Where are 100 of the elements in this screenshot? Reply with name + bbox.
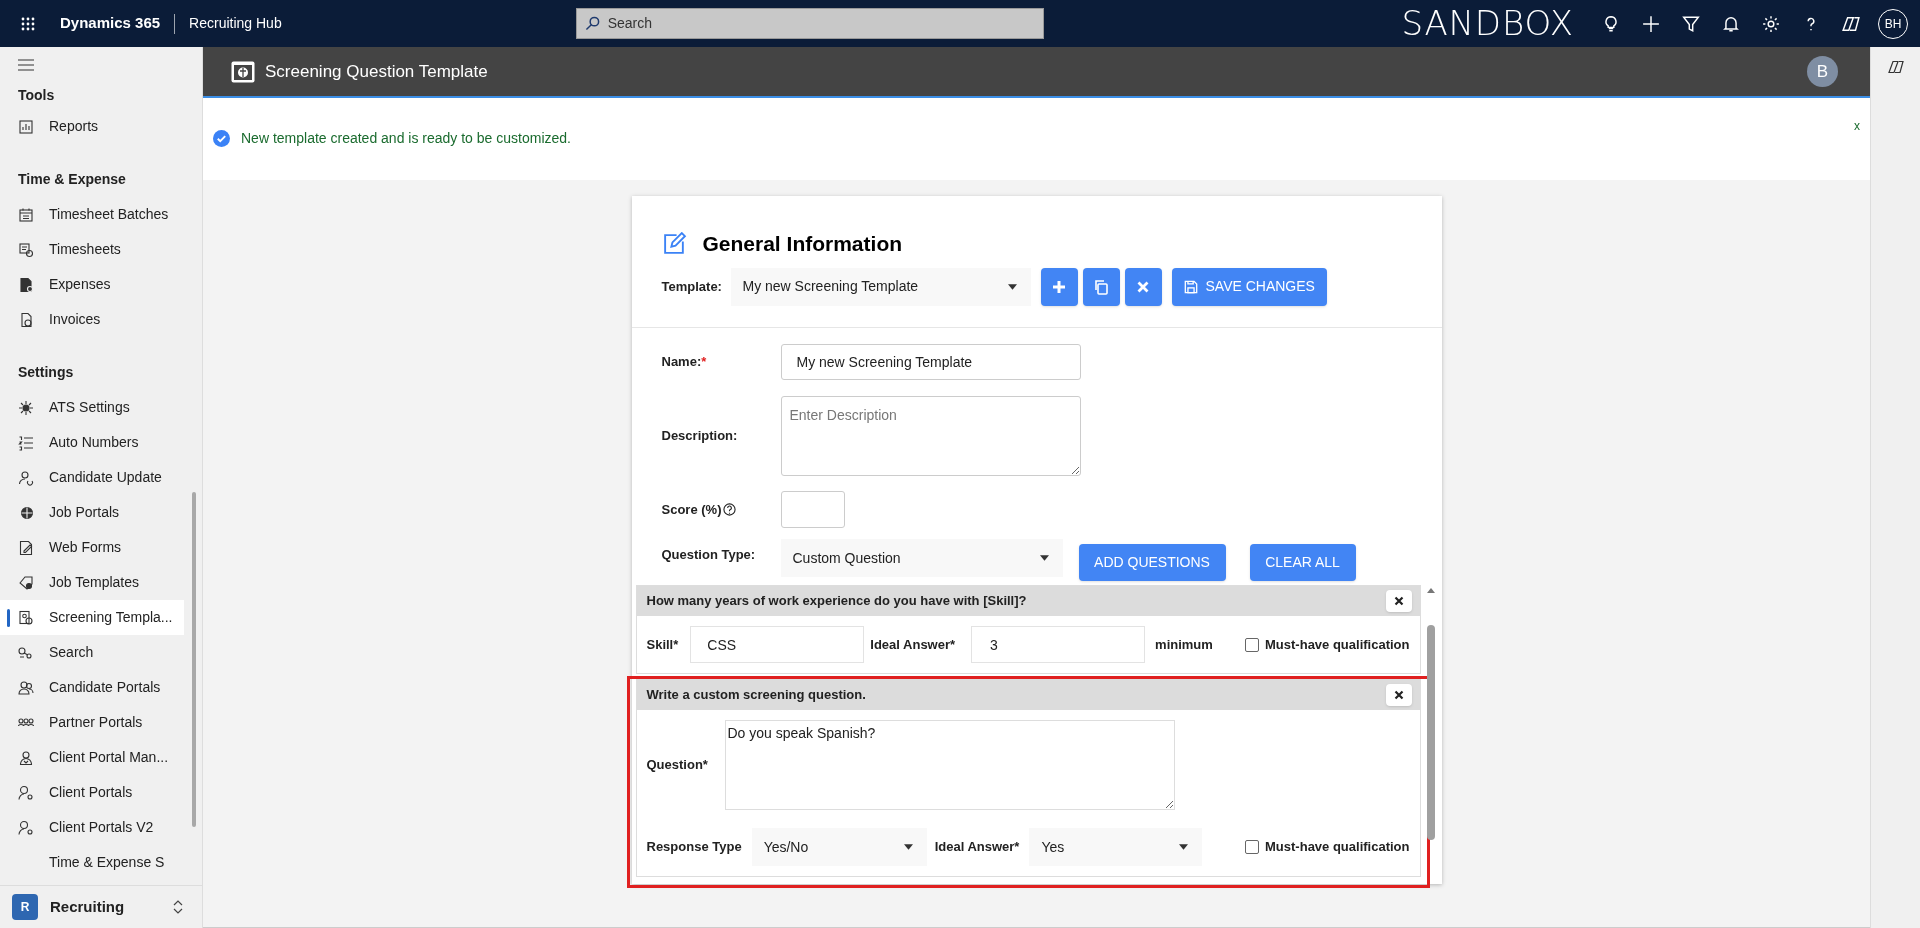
help-icon[interactable] [723,503,737,516]
scrollbar[interactable] [1427,625,1435,840]
question-field[interactable]: Do you speak Spanish? [724,720,1175,810]
plus-icon[interactable] [1642,14,1660,33]
menu-item-icon [18,311,34,328]
save-icon [1183,279,1198,294]
field-label: Question* [646,756,709,775]
menu-item-icon [18,749,34,766]
area-badge: R [12,894,38,920]
sidebar-item[interactable]: Client Portals [0,775,184,810]
field-label: Score (%) [661,500,722,519]
menu-item-icon [18,434,34,451]
sidebar-item[interactable]: Auto Numbers [0,425,184,460]
menu-item-icon [18,574,34,591]
field-label: Response Type [646,838,742,857]
add-questions-button[interactable]: ADD QUESTIONS [1078,544,1226,581]
sidebar-item[interactable]: Web Forms [0,530,184,565]
menu-item-icon [18,118,34,135]
template-icon [231,60,255,83]
menu-item-icon [18,241,34,258]
menu-item-icon [18,784,34,801]
sidebar-item[interactable]: Job Portals [0,495,184,530]
search-field[interactable]: Search [575,8,1044,39]
section-heading: Tools [17,86,56,105]
field-label: Description: [661,427,738,446]
menu-item-icon [18,679,34,696]
ideal-answer-field[interactable]: 3 [971,626,1146,663]
sidebar-item[interactable]: Screening Templa... [0,600,184,635]
sidebar-item[interactable]: Reports [0,109,184,144]
sidebar-item[interactable]: Invoices [0,302,184,337]
ideal-answer-dropdown[interactable]: Yes [1029,828,1203,866]
menu-item-icon [18,399,34,416]
menu-item-icon [18,504,34,521]
copilot-icon[interactable] [1842,14,1860,33]
sidebar-item[interactable]: Client Portals V2 [0,810,184,845]
section-heading: Time & Expense [17,170,127,189]
section-heading: Settings [17,363,75,382]
name-field[interactable]: My new Screening Template [780,344,1081,380]
remove-button[interactable] [1385,590,1412,612]
chevron-icon [172,899,184,915]
template-dropdown[interactable]: My new Screening Template [730,267,1031,306]
sidebar-item[interactable]: Client Portal Man... [0,740,184,775]
close-button[interactable] [1124,267,1162,306]
field-label: minimum [1155,635,1213,654]
sidebar-item[interactable]: Timesheet Batches [0,197,184,232]
sidebar-item[interactable]: ATS Settings [0,390,184,425]
menu-item-icon [18,644,34,661]
area-name: Recruiting Hub [189,14,282,33]
sidebar-item[interactable]: Timesheets [0,232,184,267]
scrollbar[interactable] [192,492,196,827]
search-icon [584,16,600,31]
field-label: Template: [661,277,723,296]
sidebar-item[interactable]: Expenses [0,267,184,302]
copy-button[interactable] [1082,267,1120,306]
settings-icon[interactable] [1762,14,1780,33]
remove-button[interactable] [1385,684,1412,706]
copilot-icon[interactable] [1887,59,1904,75]
edit-icon [661,232,687,256]
clear-all-button[interactable]: CLEAR ALL [1249,544,1356,581]
app-launcher-icon[interactable] [20,15,36,32]
scroll-up-icon[interactable] [1427,588,1435,593]
bell-icon[interactable] [1722,14,1740,33]
skill-field[interactable]: CSS [690,626,865,663]
notification-message: New template created and is ready to be customized. [241,128,571,148]
menu-item-icon [18,539,34,556]
save-button[interactable]: SAVE CHANGES [1171,267,1327,306]
menu-item-icon [18,469,34,486]
add-icon [1051,278,1067,295]
menu-icon[interactable] [18,59,34,71]
question-title: Write a custom screening question. [646,686,866,705]
description-field[interactable]: Enter Description [780,396,1081,476]
field-label: Question Type: [661,546,756,564]
close-icon [1393,596,1404,606]
question-type-dropdown[interactable]: Custom Question [780,539,1063,577]
question-title: How many years of work experience do you have with [Skill]? [646,592,1027,611]
must-have-checkbox[interactable]: Must-have qualification [1245,634,1410,655]
sidebar-item[interactable]: Candidate Portals [0,670,184,705]
menu-item-icon [18,276,34,293]
close-button[interactable]: x [1854,120,1860,132]
menu-item-icon [18,819,34,836]
caret-icon [903,844,913,850]
score-field[interactable] [780,491,845,528]
add-button[interactable] [1040,267,1078,306]
sidebar-item[interactable]: Partner Portals [0,705,184,740]
caret-icon [1007,283,1017,290]
sidebar-item[interactable]: Time & Expense S [0,845,184,880]
copy-icon [1093,278,1109,295]
filter-icon[interactable] [1682,14,1700,33]
sidebar-item[interactable]: Job Templates [0,565,184,600]
response-type-dropdown[interactable]: Yes/No [751,828,927,866]
section-title: General Information [702,231,903,257]
lightbulb-icon[interactable] [1602,14,1620,33]
caret-icon [1179,844,1189,850]
app-name[interactable]: Dynamics 365 [60,12,161,35]
must-have-checkbox[interactable]: Must-have qualification [1245,837,1410,857]
sidebar-item[interactable]: Candidate Update [0,460,184,495]
field-label: Ideal Answer* [934,838,1020,857]
sidebar-item[interactable]: Search [0,635,184,670]
menu-item-icon [18,609,34,626]
menu-item-icon [18,206,34,223]
